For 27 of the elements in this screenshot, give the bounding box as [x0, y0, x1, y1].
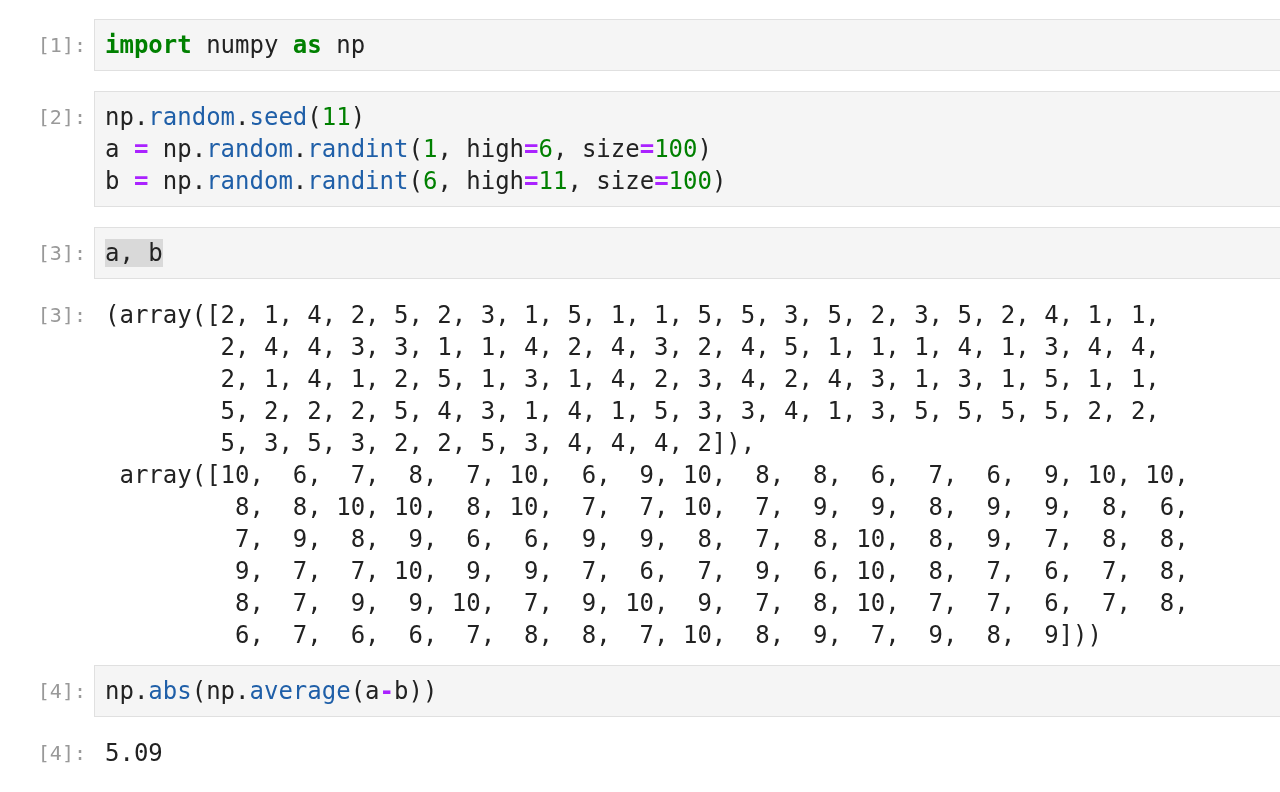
output-prompt: [3]:: [36, 302, 87, 329]
code-line: np.random.seed(11): [105, 102, 366, 133]
input-prompt: [3]:: [36, 240, 87, 267]
output-line: 6, 7, 6, 6, 7, 8, 8, 7, 10, 8, 9, 7, 9, 8, 9])): [234, 620, 1102, 651]
output-line: 5, 3, 5, 3, 2, 2, 5, 3, 4, 4, 4, 2]),: [219, 428, 756, 459]
output-line: 5.09: [105, 738, 163, 769]
code-line: import numpy as np: [105, 30, 366, 61]
input-prompt: [4]:: [36, 678, 87, 705]
code-cell[interactable]: import numpy as np: [94, 19, 1280, 71]
code-cell[interactable]: np.abs(np.average(a-b)): [94, 665, 1280, 717]
output-line: array([10, 6, 7, 8, 7, 10, 6, 9, 10, 8, 8, 6, 7, 6, 9, 10, 10,: [118, 460, 1189, 491]
output-line: 8, 8, 10, 10, 8, 10, 7, 7, 10, 7, 9, 9, 8, 9, 9, 8, 6,: [234, 492, 1189, 523]
input-prompt: [1]:: [36, 32, 87, 59]
output-prompt: [4]:: [36, 740, 87, 767]
code-line: np.abs(np.average(a-b)): [105, 676, 438, 707]
code-cell[interactable]: np.random.seed(11) a = np.random.randint(1, high=6, size=100) b = np.random.randint(6, high=11, size=100): [94, 91, 1280, 207]
output-line: 9, 7, 7, 10, 9, 9, 7, 6, 7, 9, 6, 10, 8, 7, 6, 7, 8,: [234, 556, 1189, 587]
output-line: 5, 2, 2, 2, 5, 4, 3, 1, 4, 1, 5, 3, 3, 4, 1, 3, 5, 5, 5, 5, 2, 2,: [219, 396, 1160, 427]
output-line: (array([2, 1, 4, 2, 5, 2, 3, 1, 5, 1, 1, 5, 5, 3, 5, 2, 3, 5, 2, 4, 1, 1,: [105, 300, 1160, 331]
output-line: 2, 4, 4, 3, 3, 1, 1, 4, 2, 4, 3, 2, 4, 5, 1, 1, 1, 4, 1, 3, 4, 4,: [219, 332, 1160, 363]
output-line: 7, 9, 8, 9, 6, 6, 9, 9, 8, 7, 8, 10, 8, 9, 7, 8, 8,: [234, 524, 1189, 555]
code-line: b = np.random.randint(6, high=11, size=100): [105, 166, 727, 197]
output-line: 2, 1, 4, 1, 2, 5, 1, 3, 1, 4, 2, 3, 4, 2, 4, 3, 1, 3, 1, 5, 1, 1,: [219, 364, 1160, 395]
input-prompt: [2]:: [36, 104, 87, 131]
code-cell[interactable]: a, b: [94, 227, 1280, 279]
code-line: a = np.random.randint(1, high=6, size=100): [105, 134, 712, 165]
output-line: 8, 7, 9, 9, 10, 7, 9, 10, 9, 7, 8, 10, 7, 7, 6, 7, 8,: [234, 588, 1189, 619]
